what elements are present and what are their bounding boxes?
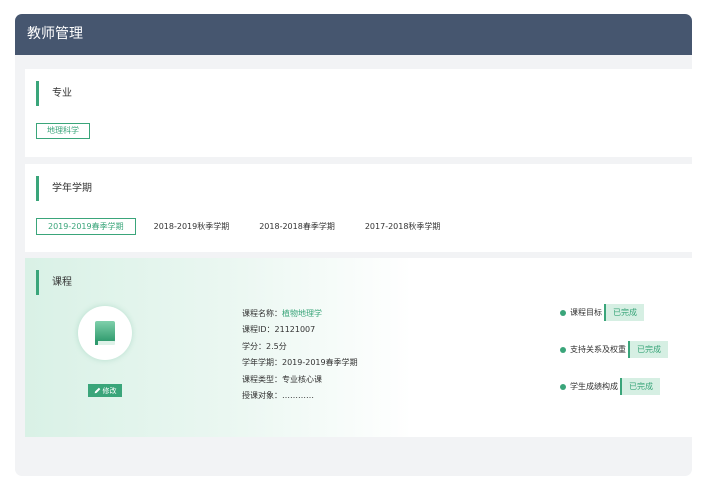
course-audience: 授课对象：………… [242,391,314,401]
course-section-title: 课程 [36,270,72,295]
major-tag[interactable]: 地理科学 [36,123,90,139]
status-label: 课程目标 [570,308,602,317]
course-type: 课程类型：专业核心课 [242,374,322,384]
status-label: 支持关系及权重 [570,345,626,354]
course-card: 课程 修改 课程名称：植物地理学 课程ID：21121007 学分：2.5分 学… [25,258,692,437]
status-label: 学生成绩构成 [570,382,618,391]
term-card: 学年学期 2019-2019春季学期 2018-2019秋季学期 2018-20… [25,164,692,252]
term-list: 2019-2019春季学期 2018-2019秋季学期 2018-2018春季学… [36,218,458,235]
major-section-title: 专业 [36,81,72,106]
status-badge[interactable]: 已完成 [604,304,644,321]
status-badge[interactable]: 已完成 [620,378,660,395]
book-icon [95,321,115,345]
course-credit: 学分：2.5分 [242,341,287,351]
status-dot-icon [560,346,566,353]
course-name-value: 植物地理学 [282,309,322,318]
course-name-label: 课程名称： [242,309,282,318]
course-name-row: 课程名称：植物地理学 [242,306,358,322]
status-row: 课程目标 已完成 [560,304,644,321]
pencil-icon [94,387,100,394]
status-dot-icon [560,309,566,316]
status-row: 支持关系及权重 已完成 [560,341,668,358]
term-option[interactable]: 2019-2019春季学期 [36,218,136,235]
term-section-title: 学年学期 [36,176,92,201]
course-id: 课程ID：21121007 [242,325,316,335]
major-card: 专业 地理科学 [25,69,692,157]
course-info: 课程名称：植物地理学 课程ID：21121007 学分：2.5分 学年学期：20… [242,306,358,404]
edit-button-label: 修改 [102,386,117,395]
term-option[interactable]: 2018-2018春季学期 [247,218,347,235]
course-avatar [78,306,132,360]
page-title: 教师管理 [15,14,692,55]
term-option[interactable]: 2018-2019秋季学期 [142,218,242,235]
status-dot-icon [560,383,566,390]
status-badge[interactable]: 已完成 [628,341,668,358]
course-term: 学年学期：2019-2019春季学期 [242,358,358,368]
status-row: 学生成绩构成 已完成 [560,378,660,395]
term-option[interactable]: 2017-2018秋季学期 [353,218,453,235]
edit-button[interactable]: 修改 [88,384,122,397]
teacher-management-window: 教师管理 专业 地理科学 学年学期 2019-2019春季学期 2018-201… [15,14,692,476]
